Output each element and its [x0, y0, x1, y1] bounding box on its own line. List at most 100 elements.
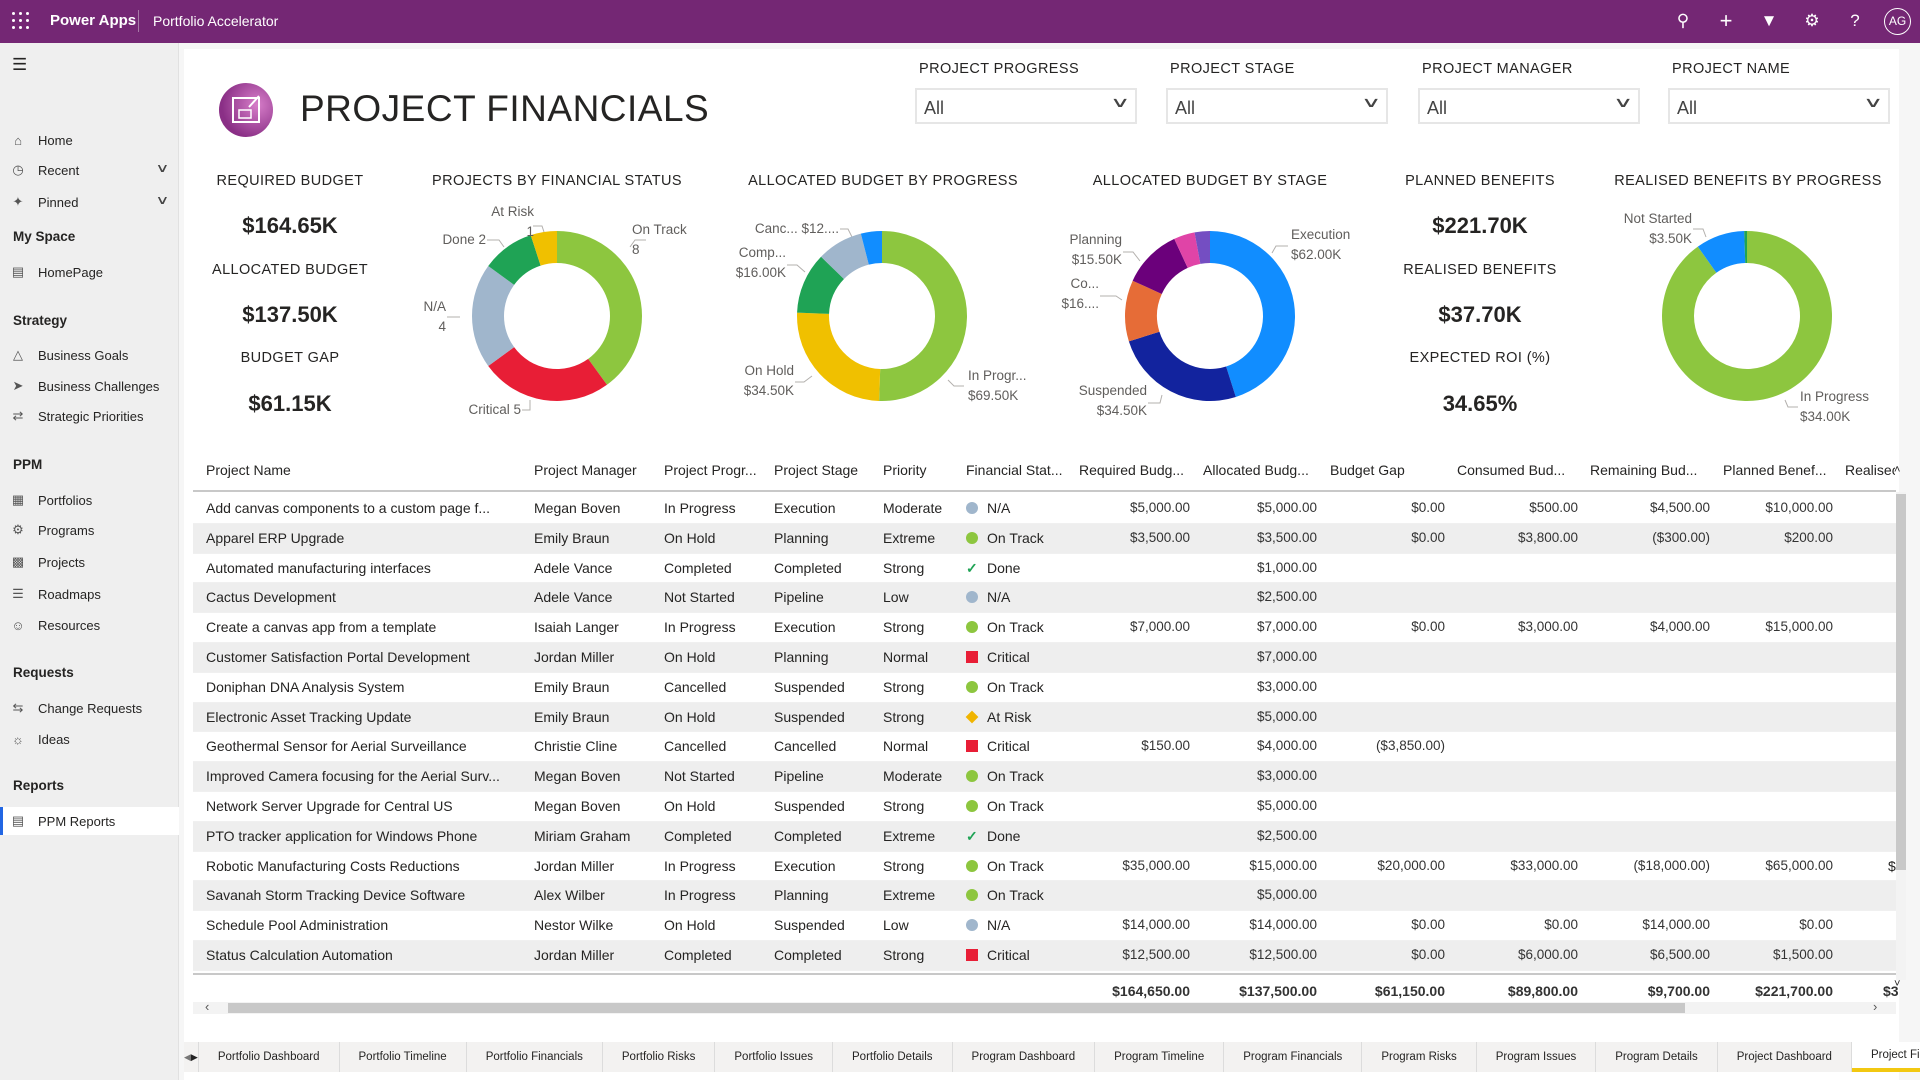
sidebar-item-roadmaps[interactable]: ☰ Roadmaps: [0, 580, 179, 608]
table-row[interactable]: Create a canvas app from a template Isaia…: [193, 613, 1896, 643]
gear-icon[interactable]: ⚙: [1801, 10, 1823, 32]
sidebar-item-ideas[interactable]: ☼ Ideas: [0, 725, 179, 753]
check-icon: ✓: [966, 559, 978, 576]
avatar[interactable]: AG: [1884, 8, 1911, 35]
sidebar-item-homepage[interactable]: ▤ HomePage: [0, 258, 179, 286]
chevron-down-icon: ∨: [1862, 94, 1884, 110]
sidebar-item-portfolios[interactable]: ▦ Portfolios: [0, 486, 179, 514]
table-row[interactable]: Schedule Pool Administration Nestor Wilke…: [193, 911, 1896, 941]
sidebar-item-programs[interactable]: ⚙ Programs: [0, 516, 179, 544]
data-label: Suspended $34.50K: [1079, 381, 1147, 421]
tab-portfolio-timeline[interactable]: Portfolio Timeline: [340, 1042, 467, 1072]
sidebar-item-business-goals[interactable]: △ Business Goals: [0, 341, 179, 369]
column-header[interactable]: Project Stage: [774, 462, 858, 478]
tab-project-dashboard[interactable]: Project Dashboard: [1718, 1042, 1852, 1072]
scroll-left-icon[interactable]: ‹: [205, 999, 209, 1014]
column-header[interactable]: Consumed Bud...: [1457, 462, 1565, 478]
tab-program-dashboard[interactable]: Program Dashboard: [953, 1042, 1096, 1072]
chevron-down-icon[interactable]: ∨: [156, 161, 170, 175]
table-row[interactable]: Network Server Upgrade for Central US Meg…: [193, 792, 1896, 822]
filter-dropdown[interactable]: All ∨: [1668, 88, 1890, 124]
plus-icon[interactable]: +: [1715, 10, 1737, 32]
scroll-up-icon[interactable]: ˄: [1894, 464, 1900, 476]
column-header[interactable]: Planned Benef...: [1723, 462, 1827, 478]
table-row[interactable]: Automated manufacturing interfaces Adele …: [193, 554, 1896, 584]
scroll-right-icon[interactable]: ›: [1873, 999, 1877, 1014]
table-cell: Emily Braun: [534, 708, 610, 725]
scroll-down-icon[interactable]: ˅: [1894, 978, 1900, 990]
app-launcher-icon[interactable]: [12, 12, 30, 30]
tab-portfolio-dashboard[interactable]: Portfolio Dashboard: [199, 1042, 340, 1072]
column-header[interactable]: Project Manager: [534, 462, 637, 478]
sidebar-item-label: Strategy: [13, 312, 68, 328]
table-row[interactable]: Geothermal Sensor for Aerial Surveillanc…: [193, 732, 1896, 763]
table-cell: ($3,850.00): [1375, 738, 1445, 754]
table-row[interactable]: Robotic Manufacturing Costs Reductions Jo…: [193, 852, 1896, 882]
table-row[interactable]: Cactus Development Adele Vance Not Started…: [193, 583, 1896, 614]
horizontal-scrollbar[interactable]: ‹ ›: [193, 999, 1896, 1014]
sidebar-item-pinned[interactable]: ✦ Pinned ∨: [0, 188, 179, 216]
tab-program-details[interactable]: Program Details: [1596, 1042, 1718, 1072]
column-header[interactable]: Allocated Budg...: [1203, 462, 1309, 478]
column-header[interactable]: Priority: [883, 462, 927, 478]
tab-next-icon[interactable]: ▶: [191, 1052, 198, 1063]
table-row[interactable]: Customer Satisfaction Portal Development…: [193, 642, 1896, 673]
sidebar-item-projects[interactable]: ▩ Projects: [0, 548, 179, 576]
table-row[interactable]: Apparel ERP Upgrade Emily Braun On Hold Pla…: [193, 523, 1896, 554]
tab-prev-icon[interactable]: ◀: [184, 1052, 191, 1063]
sidebar-item-label: My Space: [13, 228, 76, 244]
filter-icon[interactable]: ▼: [1758, 10, 1780, 32]
total-cell: $89,800.00: [1507, 983, 1578, 999]
tab-program-financials[interactable]: Program Financials: [1224, 1042, 1363, 1072]
table-cell: Planning: [774, 648, 829, 665]
table-cell: $3,000.00: [1256, 678, 1317, 694]
table-row[interactable]: Status Calculation Automation Jordan Mill…: [193, 940, 1896, 971]
filter-dropdown[interactable]: All ∨: [1166, 88, 1388, 124]
sidebar-item-recent[interactable]: ◷ Recent ∨: [0, 156, 179, 184]
tab-portfolio-details[interactable]: Portfolio Details: [833, 1042, 953, 1072]
tab-program-risks[interactable]: Program Risks: [1362, 1042, 1477, 1072]
table-row[interactable]: PTO tracker application for Windows Phon…: [193, 821, 1896, 852]
hamburger-menu-icon[interactable]: ☰: [12, 55, 27, 75]
vertical-scrollbar[interactable]: [1896, 492, 1906, 980]
chevron-down-icon[interactable]: ∨: [156, 193, 170, 207]
tab-portfolio-issues[interactable]: Portfolio Issues: [715, 1042, 833, 1072]
status-text: Critical: [987, 648, 1030, 665]
table-row[interactable]: Improved Camera focusing for the Aerial …: [193, 762, 1896, 792]
column-header[interactable]: Realisec: [1845, 462, 1895, 478]
horizontal-scroll-thumb[interactable]: [228, 1003, 1685, 1013]
sidebar-item-strategic-priorities[interactable]: ⇄ Strategic Priorities: [0, 402, 179, 430]
help-icon[interactable]: ?: [1844, 10, 1866, 32]
data-label-category: On Track: [632, 222, 687, 237]
filter-dropdown[interactable]: All ∨: [915, 88, 1137, 124]
tab-program-timeline[interactable]: Program Timeline: [1095, 1042, 1225, 1072]
column-header[interactable]: Required Budg...: [1079, 462, 1184, 478]
sidebar-item-business-challenges[interactable]: ➤ Business Challenges: [0, 372, 179, 400]
tab-project-fi[interactable]: Project Fi: [1851, 1042, 1920, 1072]
sidebar-item-change-requests[interactable]: ⇆ Change Requests: [0, 694, 179, 722]
sidebar-item-home[interactable]: ⌂ Home: [0, 126, 179, 154]
table-cell: Normal: [883, 738, 929, 755]
sidebar-item-resources[interactable]: ☺ Resources: [0, 611, 179, 639]
vertical-scroll-thumb[interactable]: [1896, 494, 1906, 870]
filter-dropdown[interactable]: All ∨: [1418, 88, 1640, 124]
column-header[interactable]: Budget Gap: [1330, 462, 1405, 478]
tab-portfolio-financials[interactable]: Portfolio Financials: [467, 1042, 603, 1072]
column-header[interactable]: Financial Stat...: [966, 462, 1063, 478]
search-icon[interactable]: ⚲: [1672, 10, 1694, 32]
app-name[interactable]: Power Apps: [50, 12, 136, 29]
report-page-tabs: ◀ ▶ Portfolio Dashboard Portfolio Timeline…: [184, 1042, 1920, 1072]
sidebar-item-ppm-reports[interactable]: ▤ PPM Reports: [0, 807, 179, 835]
table-row[interactable]: Add canvas components to a custom page f…: [193, 494, 1896, 524]
table-row[interactable]: Doniphan DNA Analysis System Emily Braun C…: [193, 673, 1896, 703]
column-header[interactable]: Project Progr...: [664, 462, 757, 478]
table-row[interactable]: Savanah Storm Tracking Device Software Al…: [193, 881, 1896, 912]
column-header[interactable]: Project Name: [206, 462, 291, 478]
environment-name[interactable]: Portfolio Accelerator: [153, 13, 278, 29]
tab-program-issues[interactable]: Program Issues: [1477, 1042, 1597, 1072]
data-label-value: 5: [513, 402, 521, 417]
tab-portfolio-risks[interactable]: Portfolio Risks: [603, 1042, 716, 1072]
table-cell: PTO tracker application for Windows Phon…: [206, 827, 478, 844]
column-header[interactable]: Remaining Bud...: [1590, 462, 1697, 478]
table-row[interactable]: Electronic Asset Tracking Update Emily Br…: [193, 702, 1896, 733]
